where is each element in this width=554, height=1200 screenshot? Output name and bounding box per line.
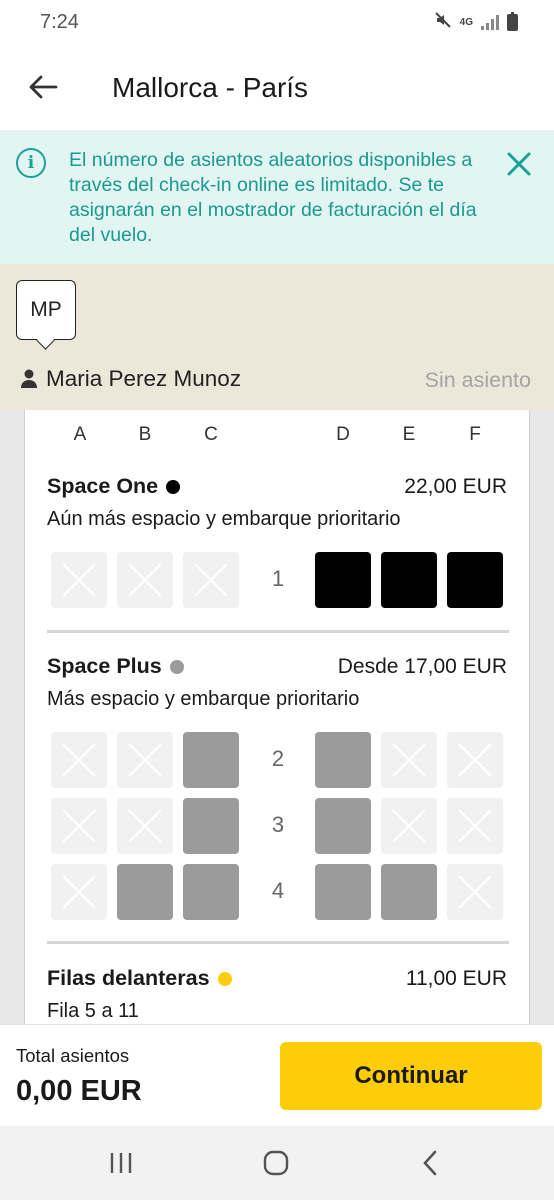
seat-3f <box>447 798 503 854</box>
total-value: 0,00 EUR <box>16 1075 142 1107</box>
column-label-e: E <box>402 424 416 445</box>
passenger-name: Maria Perez Munoz <box>46 366 242 391</box>
home-icon <box>263 1150 289 1176</box>
info-icon: i <box>16 148 46 178</box>
class-name: Filas delanteras <box>47 966 210 990</box>
class-name: Space One <box>47 474 159 498</box>
passenger-panel: MP Maria Perez Munoz Sin asiento <box>0 264 554 410</box>
class-color-dot <box>169 659 184 674</box>
seat-4c[interactable] <box>183 864 239 920</box>
system-back-button[interactable] <box>416 1148 446 1178</box>
chevron-left-icon <box>423 1150 437 1176</box>
seat-2f <box>447 732 503 788</box>
class-description: Más espacio y embarque prioritario <box>47 688 360 710</box>
class-price: 11,00 EUR <box>405 967 507 990</box>
class-color-dot <box>166 479 181 494</box>
page-title: Mallorca - París <box>112 72 309 103</box>
system-nav-bar <box>0 1126 554 1200</box>
person-icon <box>21 369 37 388</box>
seat-1d[interactable] <box>315 552 371 608</box>
seat-4b[interactable] <box>117 864 173 920</box>
seat-3e <box>381 798 437 854</box>
class-color-dot <box>217 971 232 986</box>
back-button[interactable] <box>26 70 60 104</box>
status-icons: 4G <box>434 11 518 34</box>
seat-4a <box>51 864 107 920</box>
seat-1e[interactable] <box>381 552 437 608</box>
recent-apps-icon <box>110 1153 132 1173</box>
seat-4d[interactable] <box>315 864 371 920</box>
row-number: 2 <box>271 746 285 771</box>
class-name: Space Plus <box>47 654 162 678</box>
seat-4e[interactable] <box>381 864 437 920</box>
seat-2a <box>51 732 107 788</box>
column-label-c: C <box>204 424 218 445</box>
section-divider <box>47 941 509 944</box>
passenger-row: Maria Perez Munoz <box>20 366 241 392</box>
total-bar: Total asientos 0,00 EUR Continuar <box>0 1024 554 1126</box>
class-price: 22,00 EUR <box>404 475 507 498</box>
column-label-b: B <box>138 424 152 445</box>
class-price: Desde 17,00 EUR <box>337 655 507 678</box>
close-banner-button[interactable] <box>504 149 534 179</box>
seat-1c <box>183 552 239 608</box>
continue-button[interactable]: Continuar <box>280 1042 542 1110</box>
seat-3b <box>117 798 173 854</box>
seat-4f <box>447 864 503 920</box>
row-number: 4 <box>271 878 285 903</box>
seat-2b <box>117 732 173 788</box>
mute-icon <box>434 11 452 34</box>
seat-2d[interactable] <box>315 732 371 788</box>
home-button[interactable] <box>261 1148 291 1178</box>
status-time: 7:24 <box>40 10 79 33</box>
column-label-a: A <box>73 424 87 445</box>
column-label-d: D <box>336 424 350 445</box>
seat-1f[interactable] <box>447 552 503 608</box>
class-description: Fila 5 a 11 <box>47 1000 139 1022</box>
battery-icon <box>507 11 518 31</box>
signal-icon <box>481 14 499 30</box>
close-icon <box>507 152 531 176</box>
class-title-space-one: Space One <box>47 474 181 499</box>
status-bar: 7:24 4G <box>0 0 554 44</box>
network-type-icon: 4G <box>459 16 473 28</box>
recent-apps-button[interactable] <box>106 1148 136 1178</box>
column-label-f: F <box>469 424 481 445</box>
arrow-left-icon <box>29 75 58 99</box>
class-title-front-rows: Filas delanteras <box>47 966 232 991</box>
banner-message: El número de asientos aleatorios disponi… <box>69 149 477 246</box>
seat-3d[interactable] <box>315 798 371 854</box>
seat-3a <box>51 798 107 854</box>
info-banner: i El número de asientos aleatorios dispo… <box>0 130 554 264</box>
passenger-seat-status: Sin asiento <box>424 368 531 392</box>
seat-1b <box>117 552 173 608</box>
class-description: Aún más espacio y embarque prioritario <box>47 508 401 530</box>
row-number: 1 <box>271 566 285 591</box>
seat-2c[interactable] <box>183 732 239 788</box>
seat-2e <box>381 732 437 788</box>
passenger-avatar[interactable]: MP <box>16 280 76 340</box>
seat-map: A B C D E F Space One 22,00 EUR Aún más … <box>24 410 530 1024</box>
seat-3c[interactable] <box>183 798 239 854</box>
total-label: Total asientos <box>16 1045 130 1066</box>
row-number: 3 <box>271 812 285 837</box>
class-title-space-plus: Space Plus <box>47 654 184 679</box>
app-header: Mallorca - París <box>0 44 554 130</box>
seat-1a <box>51 552 107 608</box>
section-divider <box>47 630 509 633</box>
